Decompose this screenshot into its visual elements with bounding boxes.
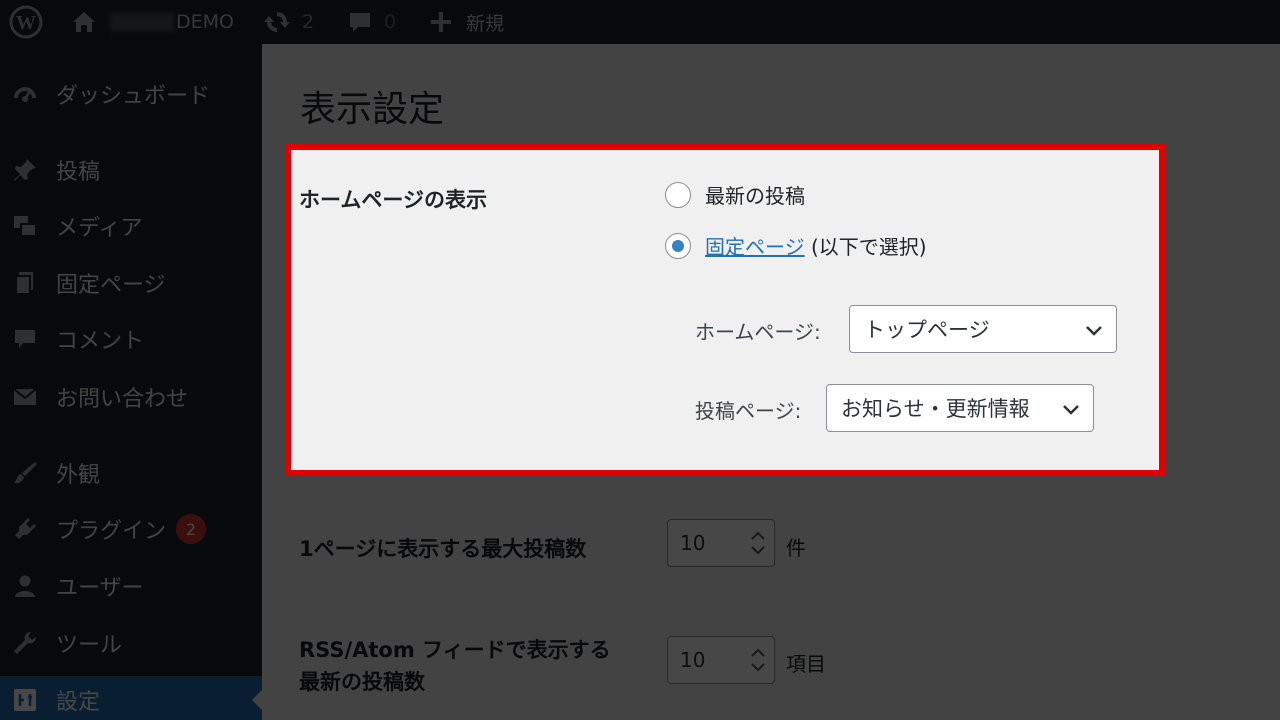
sidebar-item-label: コメント [56, 329, 145, 354]
sidebar-item-appearance[interactable]: 外観 [0, 449, 262, 497]
sidebar-item-posts[interactable]: 投稿 [0, 146, 262, 194]
site-home-icon[interactable] [70, 0, 98, 44]
posts-per-page-label: 1ページに表示する最大投稿数 [299, 537, 587, 561]
static-page-suffix: (以下で選択) [804, 235, 927, 259]
updates-link[interactable]: 2 [262, 0, 314, 44]
blurred-site-name [110, 13, 174, 31]
admin-sidebar: ダッシュボード 投稿 メディア 固定ページ コメント お問い合わせ 外観 プラグ… [0, 44, 262, 720]
sidebar-item-label: ダッシュボード [56, 84, 211, 109]
page-title: 表示設定 [300, 89, 445, 130]
static-page-link[interactable]: 固定ページ [705, 231, 805, 260]
admin-bar: W DEMO 2 0 新規 [0, 0, 1280, 44]
spinner-arrows-icon[interactable] [748, 645, 768, 675]
sidebar-item-label: 設定 [56, 690, 101, 715]
page-icon [8, 266, 42, 300]
updates-icon [264, 12, 290, 32]
feed-posts-label-line2: 最新の投稿数 [299, 670, 425, 694]
feed-posts-unit: 項目 [786, 652, 826, 676]
plugin-icon [8, 512, 42, 546]
wordpress-logo-icon[interactable]: W [8, 4, 44, 40]
sidebar-item-contact[interactable]: お問い合わせ [0, 373, 262, 421]
radio-button-static[interactable] [665, 232, 691, 259]
sidebar-item-users[interactable]: ユーザー [0, 562, 262, 610]
feed-posts-input[interactable]: 10 [667, 636, 775, 684]
sidebar-item-label: 投稿 [56, 160, 101, 185]
updates-count: 2 [302, 11, 315, 33]
sidebar-item-label: プラグイン [56, 519, 167, 544]
homepage-select-value: トップページ [864, 318, 990, 342]
sidebar-item-label: メディア [56, 216, 143, 241]
comment-icon [8, 322, 42, 356]
posts-per-page-value: 10 [680, 531, 706, 555]
chevron-down-icon [1086, 326, 1102, 336]
postspage-select[interactable]: お知らせ・更新情報 [826, 384, 1094, 432]
feed-posts-label-line1: RSS/Atom フィードで表示する [299, 638, 611, 662]
sidebar-item-label: 固定ページ [56, 273, 166, 298]
media-icon [8, 209, 42, 243]
site-name-link[interactable]: DEMO [110, 0, 234, 44]
sidebar-item-plugins[interactable]: プラグイン 2 [0, 505, 262, 553]
comment-bubble-icon [350, 13, 370, 32]
sidebar-item-settings[interactable]: 設定 [0, 676, 262, 720]
sidebar-item-tools[interactable]: ツール [0, 619, 262, 667]
chevron-down-icon [1063, 405, 1079, 415]
plus-icon [431, 12, 451, 32]
site-name-text: DEMO [176, 11, 234, 33]
user-icon [8, 569, 42, 603]
homepage-display-label: ホームページの表示 [299, 188, 487, 212]
radio-latest-label: 最新の投稿 [705, 184, 805, 208]
mail-icon [8, 380, 42, 414]
svg-text:W: W [16, 12, 36, 34]
posts-per-page-unit: 件 [786, 536, 806, 560]
sidebar-item-label: 外観 [56, 463, 101, 488]
sidebar-item-label: ユーザー [56, 576, 144, 601]
main-content: 表示設定 ホームページの表示 最新の投稿 固定ページ (以下で選択) ホームペー… [262, 44, 1280, 720]
homepage-select[interactable]: トップページ [849, 305, 1117, 353]
dashboard-icon [8, 77, 42, 111]
new-label: 新規 [466, 12, 505, 35]
comments-link[interactable]: 0 [346, 0, 396, 44]
sidebar-item-label: ツール [56, 633, 123, 658]
sidebar-item-media[interactable]: メディア [0, 202, 262, 250]
wrench-icon [8, 626, 42, 660]
highlight-box-homepage-display: ホームページの表示 最新の投稿 固定ページ (以下で選択) ホームページ: トッ… [285, 144, 1165, 476]
sidebar-item-pages[interactable]: 固定ページ [0, 259, 262, 307]
radio-button-latest[interactable] [665, 181, 691, 208]
feed-posts-value: 10 [680, 648, 706, 672]
postspage-select-label: 投稿ページ: [695, 399, 802, 423]
sidebar-item-comments[interactable]: コメント [0, 315, 262, 363]
spinner-arrows-icon[interactable] [748, 528, 768, 558]
new-content-link[interactable]: 新規 [428, 0, 504, 44]
settings-icon [8, 683, 42, 717]
radio-latest-posts[interactable]: 最新の投稿 [665, 180, 805, 209]
plugin-update-badge: 2 [176, 514, 207, 544]
brush-icon [8, 456, 42, 490]
homepage-select-label: ホームページ: [695, 320, 821, 344]
sidebar-item-dashboard[interactable]: ダッシュボード [0, 70, 262, 118]
postspage-select-value: お知らせ・更新情報 [841, 397, 1030, 421]
radio-static-page[interactable]: 固定ページ (以下で選択) [665, 231, 927, 260]
pushpin-icon [8, 153, 42, 187]
comments-count: 0 [384, 11, 397, 33]
sidebar-item-label: お問い合わせ [56, 387, 189, 412]
posts-per-page-input[interactable]: 10 [667, 519, 775, 567]
